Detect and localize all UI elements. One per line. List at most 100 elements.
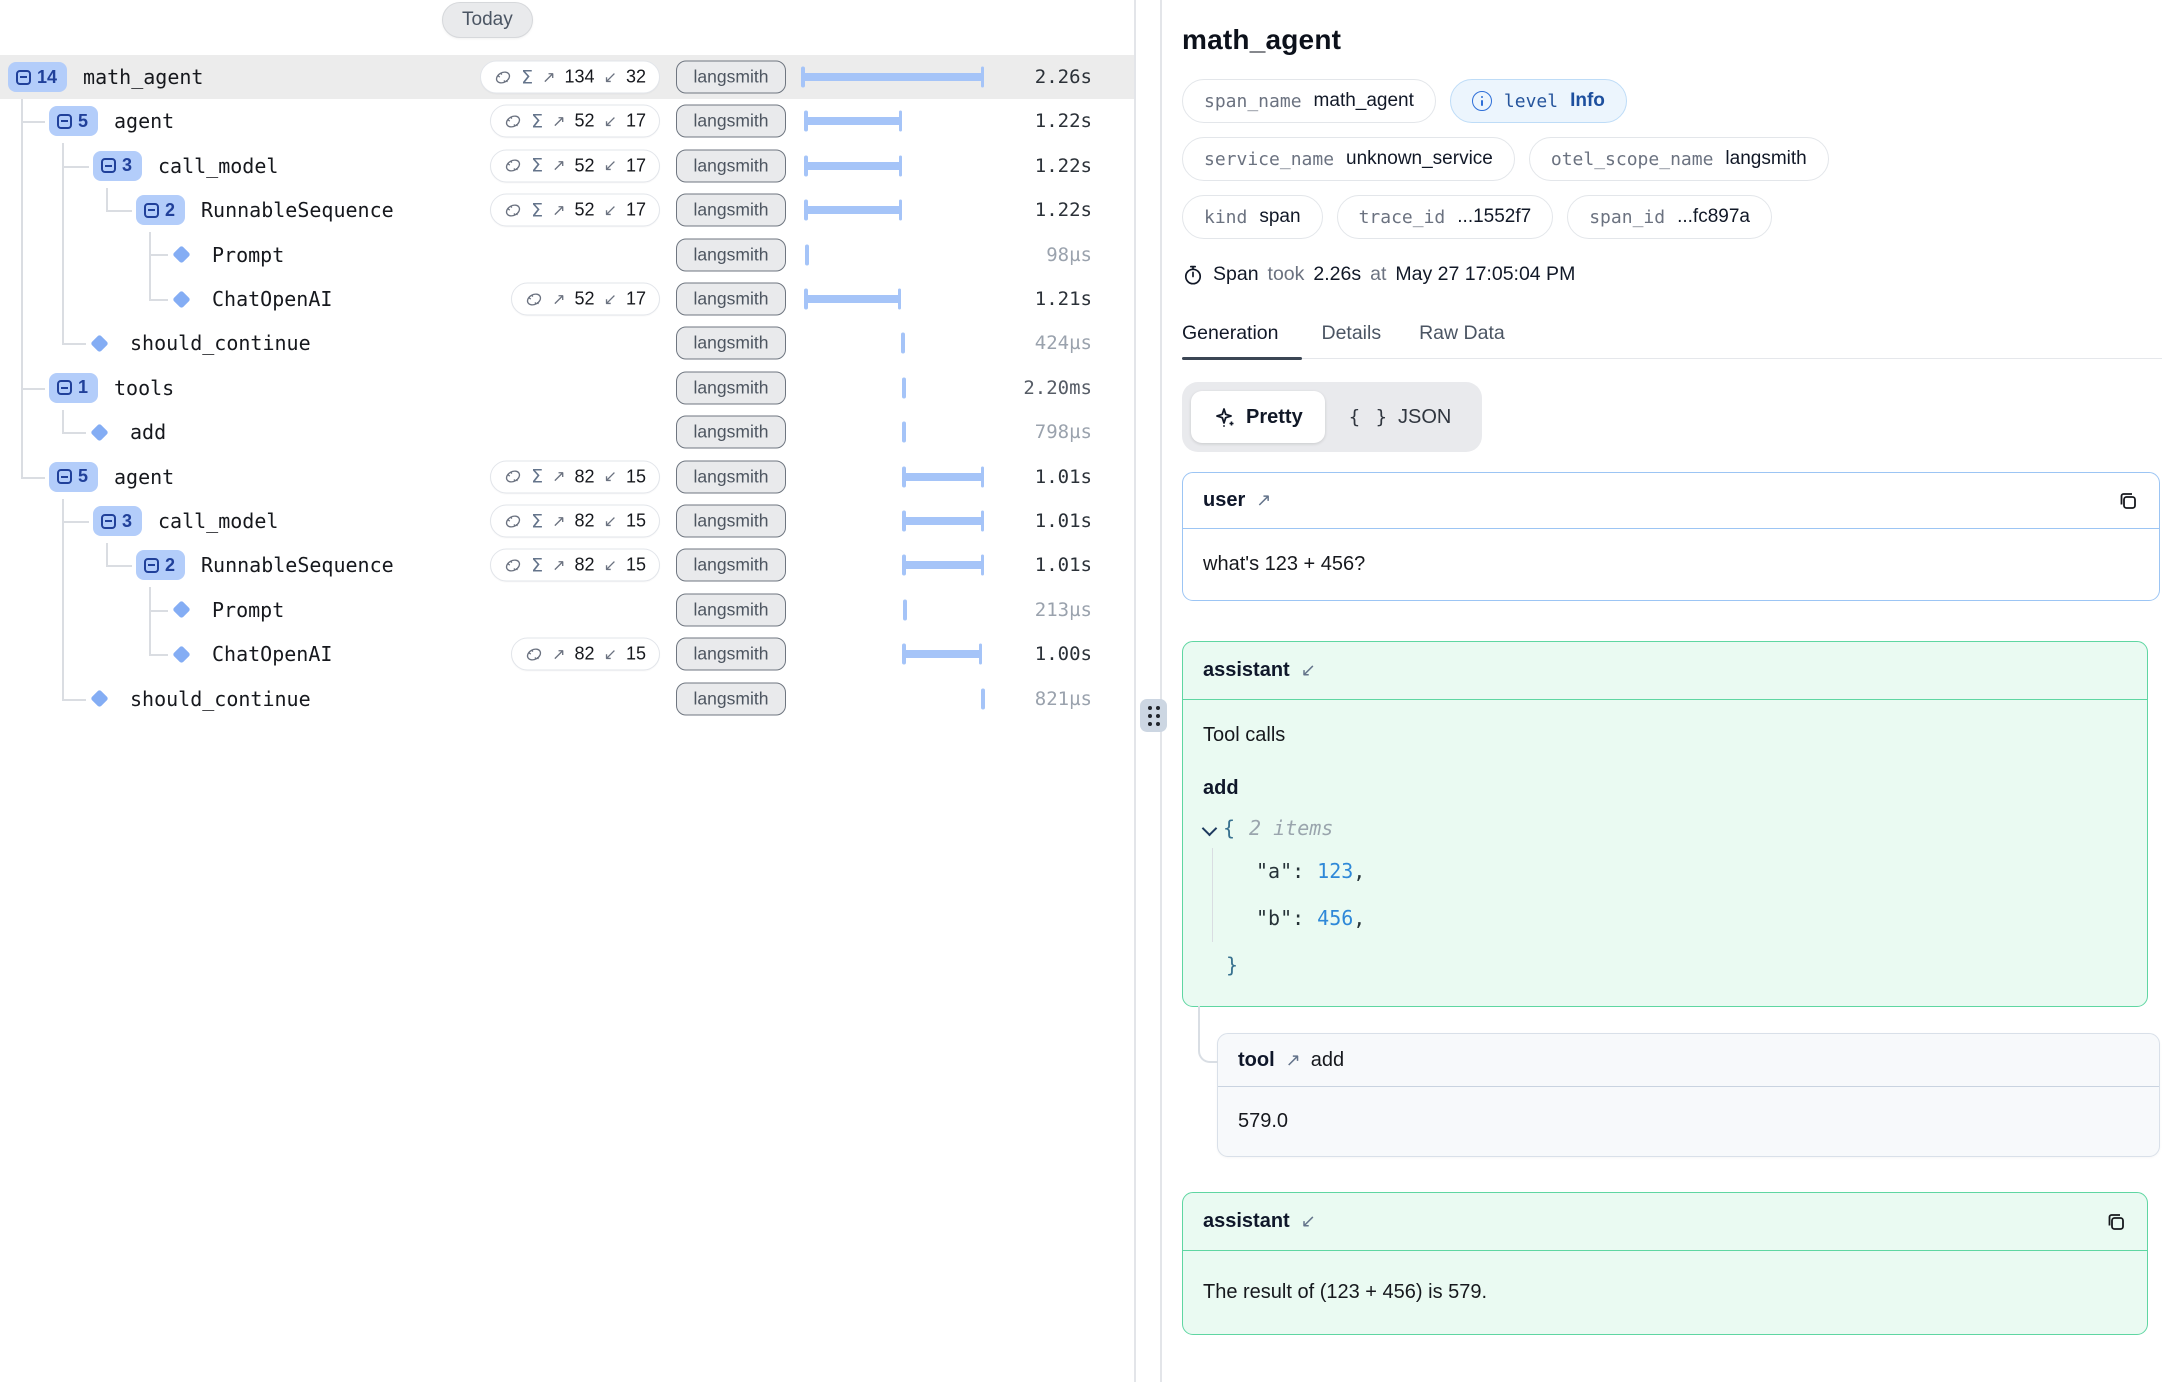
output-tokens: 32 [626, 67, 646, 88]
message-card-assistant-tool-call: assistant ↙ Tool calls add { 2 items "a"… [1182, 641, 2148, 1007]
sparkle-icon [1213, 405, 1237, 429]
collapse-toggle[interactable]: 14 [8, 62, 67, 92]
token-usage-badge: Σ ↗52 ↙17 [490, 149, 660, 182]
view-mode-toggle: Pretty { } JSON [1182, 382, 1482, 452]
message-card-tool: tool ↗ add 579.0 [1217, 1033, 2160, 1157]
output-tokens-icon: ↙ [604, 67, 617, 87]
input-tokens: 52 [575, 200, 595, 221]
json-items-count: 2 items [1249, 816, 1333, 840]
page-title: math_agent [1182, 24, 2162, 56]
duration-tick [901, 333, 905, 354]
duration-bar [805, 206, 901, 214]
role-label: user [1203, 489, 1245, 512]
vendor-badge: langsmith [676, 327, 786, 360]
input-tokens: 134 [565, 67, 595, 88]
span-name-label: agent [114, 465, 174, 489]
vendor-badge: langsmith [676, 549, 786, 582]
chevron-down-icon[interactable] [1203, 821, 1217, 835]
vendor-badge: langsmith [676, 638, 786, 671]
leaf-diamond-icon [90, 689, 108, 707]
collapse-toggle[interactable]: 5 [49, 462, 98, 492]
output-tokens-icon: ↙ [604, 467, 617, 487]
tool-calls-section-title: Tool calls [1203, 724, 2127, 747]
collapse-toggle[interactable]: 5 [49, 106, 98, 136]
child-count: 2 [165, 200, 175, 221]
span-name-label: Prompt [212, 598, 284, 622]
tab-generation[interactable]: Generation [1182, 322, 1302, 358]
child-count: 2 [165, 555, 175, 576]
coin-icon [504, 201, 522, 219]
panel-resize-handle-icon[interactable] [1140, 699, 1167, 732]
input-tokens-icon: ↗ [552, 644, 565, 664]
collapse-toggle[interactable]: 2 [136, 195, 185, 225]
collapse-toggle[interactable]: 2 [136, 550, 185, 580]
vendor-badge: langsmith [676, 283, 786, 316]
trace-row-call-model-2[interactable]: 3 call_model Σ ↗82 ↙15 langsmith 1.01s [0, 499, 1134, 543]
trace-row-call-model-1[interactable]: 3 call_model Σ ↗52 ↙17 langsmith 1.22s [0, 144, 1134, 188]
trace-row-runnable-sequence-2[interactable]: 2 RunnableSequence Σ ↗82 ↙15 langsmith 1… [0, 543, 1134, 587]
trace-row-agent-1[interactable]: 5 agent Σ ↗52 ↙17 langsmith 1.22s [0, 99, 1134, 143]
tag-level[interactable]: level Info [1450, 79, 1627, 123]
duration-tick [902, 377, 906, 398]
tool-args-json-viewer: { 2 items "a":123, "b":456, } [1203, 816, 2127, 980]
token-usage-badge: Σ ↗52 ↙17 [490, 105, 660, 138]
trace-row-prompt-1[interactable]: Prompt langsmith 98µs [0, 233, 1134, 277]
message-card-user: user ↗ what's 123 + 456? [1182, 472, 2160, 601]
input-tokens: 52 [575, 289, 595, 310]
coin-icon [525, 290, 543, 308]
app-window: Today [0, 0, 2172, 1382]
message-content: what's 123 + 456? [1183, 529, 2159, 600]
trace-row-runnable-sequence-1[interactable]: 2 RunnableSequence Σ ↗52 ↙17 langsmith 1… [0, 188, 1134, 232]
trace-row-add[interactable]: add langsmith 798µs [0, 410, 1134, 454]
square-minus-icon [101, 158, 116, 173]
output-tokens-icon: ↙ [604, 156, 617, 176]
collapse-toggle[interactable]: 3 [93, 506, 142, 536]
trace-row-should-continue-1[interactable]: should_continue langsmith 424µs [0, 321, 1134, 365]
date-separator-pill[interactable]: Today [442, 2, 533, 38]
output-tokens: 15 [626, 555, 646, 576]
sum-icon: Σ [531, 155, 543, 177]
duration-label: 1.22s [1035, 155, 1092, 177]
trace-row-chatopenai-1[interactable]: ChatOpenAI ↗52 ↙17 langsmith 1.21s [0, 277, 1134, 321]
json-toggle-button[interactable]: { } JSON [1327, 391, 1474, 443]
trace-row-should-continue-2[interactable]: should_continue langsmith 821µs [0, 677, 1134, 721]
message-content: The result of (123 + 456) is 579. [1183, 1251, 2147, 1334]
span-name-label: should_continue [130, 331, 311, 355]
duration-bar [903, 517, 983, 525]
span-name-label: ChatOpenAI [212, 287, 332, 311]
span-duration-summary: Span took 2.26s at May 27 17:05:04 PM [1182, 263, 2162, 286]
token-usage-badge: ↗82 ↙15 [511, 638, 660, 671]
pretty-toggle-button[interactable]: Pretty [1191, 391, 1325, 443]
sum-icon: Σ [531, 554, 543, 576]
output-tokens-icon: ↙ [604, 511, 617, 531]
duration-label: 2.26s [1035, 66, 1092, 88]
tab-details[interactable]: Details [1302, 322, 1400, 358]
stopwatch-icon [1182, 264, 1204, 286]
trace-row-prompt-2[interactable]: Prompt langsmith 213µs [0, 588, 1134, 632]
input-tokens: 52 [575, 155, 595, 176]
detail-tabs: Generation Details Raw Data [1182, 322, 2162, 359]
copy-icon [2105, 1211, 2127, 1233]
copy-button[interactable] [2105, 1211, 2127, 1233]
output-tokens-icon: ↙ [604, 555, 617, 575]
copy-button[interactable] [2117, 490, 2139, 512]
duration-label: 1.01s [1035, 466, 1092, 488]
span-name-label: should_continue [130, 687, 311, 711]
trace-row-chatopenai-2[interactable]: ChatOpenAI ↗82 ↙15 langsmith 1.00s [0, 632, 1134, 676]
input-tokens-icon: ↗ [552, 111, 565, 131]
trace-row-math-agent[interactable]: 14 math_agent Σ ↗134 ↙32 langsmith 2.26s [0, 55, 1134, 99]
braces-icon: { } [1349, 406, 1389, 428]
vendor-badge: langsmith [676, 416, 786, 449]
collapse-toggle[interactable]: 1 [49, 373, 98, 403]
collapse-toggle[interactable]: 3 [93, 151, 142, 181]
input-tokens-icon: ↗ [552, 200, 565, 220]
input-tokens: 52 [575, 111, 595, 132]
trace-row-tools[interactable]: 1 tools langsmith 2.20ms [0, 366, 1134, 410]
duration-bar [805, 162, 901, 170]
tag-trace-id: trace_id ...1552f7 [1337, 195, 1554, 239]
tool-call-connector-line [1198, 1006, 1218, 1063]
sum-icon: Σ [531, 510, 543, 532]
trace-row-agent-2[interactable]: 5 agent Σ ↗82 ↙15 langsmith 1.01s [0, 455, 1134, 499]
span-name-label: agent [114, 109, 174, 133]
tab-raw-data[interactable]: Raw Data [1400, 322, 1524, 358]
